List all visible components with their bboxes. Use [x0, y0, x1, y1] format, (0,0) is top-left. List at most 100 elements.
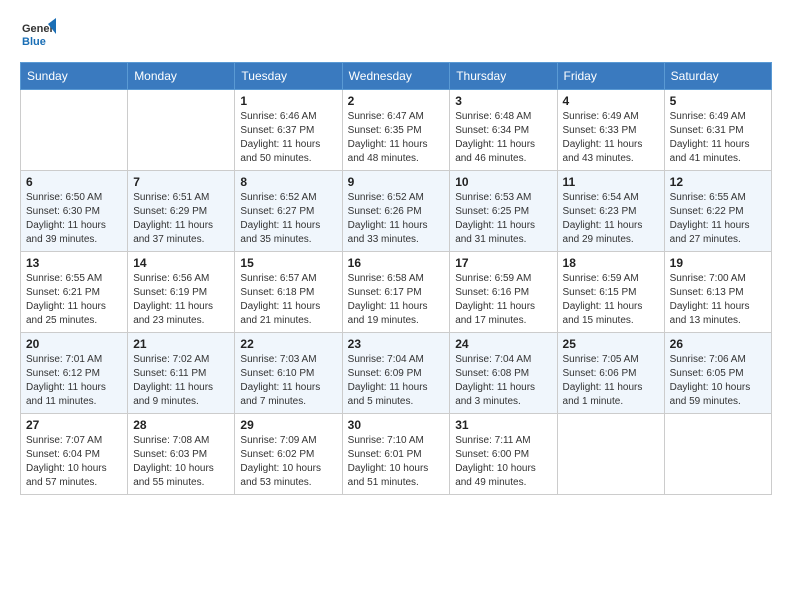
day-info: Sunrise: 7:04 AMSunset: 6:08 PMDaylight:… — [455, 353, 551, 409]
day-number: 10 — [455, 175, 551, 189]
day-info: Sunrise: 6:59 AMSunset: 6:16 PMDaylight:… — [455, 272, 551, 328]
svg-text:Blue: Blue — [22, 36, 46, 48]
day-number: 21 — [133, 337, 229, 351]
weekday-header-saturday: Saturday — [664, 63, 771, 90]
calendar-cell: 7 Sunrise: 6:51 AMSunset: 6:29 PMDaylight… — [128, 171, 235, 252]
day-info: Sunrise: 6:50 AMSunset: 6:30 PMDaylight:… — [26, 191, 122, 247]
day-number: 31 — [455, 418, 551, 432]
day-number: 4 — [563, 94, 659, 108]
calendar-cell: 16 Sunrise: 6:58 AMSunset: 6:17 PMDayligh… — [342, 252, 450, 333]
calendar-cell: 24 Sunrise: 7:04 AMSunset: 6:08 PMDayligh… — [450, 333, 557, 414]
day-info: Sunrise: 6:48 AMSunset: 6:34 PMDaylight:… — [455, 110, 551, 166]
calendar-week-5: 27 Sunrise: 7:07 AMSunset: 6:04 PMDayligh… — [21, 414, 772, 495]
day-number: 27 — [26, 418, 122, 432]
day-info: Sunrise: 7:02 AMSunset: 6:11 PMDaylight:… — [133, 353, 229, 409]
calendar-cell: 2 Sunrise: 6:47 AMSunset: 6:35 PMDaylight… — [342, 90, 450, 171]
calendar-cell: 29Sunrise: 7:09 AMSunset: 6:02 PMDayligh… — [235, 414, 342, 495]
day-number: 26 — [670, 337, 766, 351]
calendar-cell: 31 Sunrise: 7:11 AMSunset: 6:00 PMDayligh… — [450, 414, 557, 495]
calendar-cell: 5Sunrise: 6:49 AMSunset: 6:31 PMDaylight… — [664, 90, 771, 171]
day-info: Sunrise: 7:11 AMSunset: 6:00 PMDaylight:… — [455, 434, 551, 490]
day-number: 16 — [348, 256, 445, 270]
day-info: Sunrise: 6:51 AMSunset: 6:29 PMDaylight:… — [133, 191, 229, 247]
calendar-cell: 6 Sunrise: 6:50 AMSunset: 6:30 PMDaylight… — [21, 171, 128, 252]
day-number: 14 — [133, 256, 229, 270]
calendar-cell: 20Sunrise: 7:01 AMSunset: 6:12 PMDayligh… — [21, 333, 128, 414]
day-number: 12 — [670, 175, 766, 189]
day-info: Sunrise: 7:10 AMSunset: 6:01 PMDaylight:… — [348, 434, 445, 490]
calendar-cell: 11Sunrise: 6:54 AMSunset: 6:23 PMDayligh… — [557, 171, 664, 252]
calendar-cell: 1Sunrise: 6:46 AMSunset: 6:37 PMDaylight… — [235, 90, 342, 171]
calendar-cell: 18 Sunrise: 6:59 AMSunset: 6:15 PMDayligh… — [557, 252, 664, 333]
header: General Blue — [20, 16, 772, 52]
calendar-cell: 8 Sunrise: 6:52 AMSunset: 6:27 PMDaylight… — [235, 171, 342, 252]
day-number: 9 — [348, 175, 445, 189]
day-number: 7 — [133, 175, 229, 189]
day-info: Sunrise: 6:49 AMSunset: 6:33 PMDaylight:… — [563, 110, 659, 166]
calendar-cell: 23Sunrise: 7:04 AMSunset: 6:09 PMDayligh… — [342, 333, 450, 414]
day-number: 18 — [563, 256, 659, 270]
day-info: Sunrise: 6:49 AMSunset: 6:31 PMDaylight:… — [670, 110, 766, 166]
calendar-week-3: 13Sunrise: 6:55 AMSunset: 6:21 PMDayligh… — [21, 252, 772, 333]
weekday-header-row: SundayMondayTuesdayWednesdayThursdayFrid… — [21, 63, 772, 90]
calendar-cell: 15 Sunrise: 6:57 AMSunset: 6:18 PMDayligh… — [235, 252, 342, 333]
calendar-cell: 25Sunrise: 7:05 AMSunset: 6:06 PMDayligh… — [557, 333, 664, 414]
day-number: 23 — [348, 337, 445, 351]
calendar-week-1: 1Sunrise: 6:46 AMSunset: 6:37 PMDaylight… — [21, 90, 772, 171]
day-info: Sunrise: 6:59 AMSunset: 6:15 PMDaylight:… — [563, 272, 659, 328]
day-number: 25 — [563, 337, 659, 351]
logo-icon: General Blue — [20, 16, 56, 52]
day-info: Sunrise: 6:54 AMSunset: 6:23 PMDaylight:… — [563, 191, 659, 247]
calendar-cell: 19 Sunrise: 7:00 AMSunset: 6:13 PMDayligh… — [664, 252, 771, 333]
day-number: 2 — [348, 94, 445, 108]
day-number: 15 — [240, 256, 336, 270]
day-info: Sunrise: 6:47 AMSunset: 6:35 PMDaylight:… — [348, 110, 445, 166]
day-info: Sunrise: 7:08 AMSunset: 6:03 PMDaylight:… — [133, 434, 229, 490]
day-info: Sunrise: 6:57 AMSunset: 6:18 PMDaylight:… — [240, 272, 336, 328]
weekday-header-tuesday: Tuesday — [235, 63, 342, 90]
day-info: Sunrise: 6:56 AMSunset: 6:19 PMDaylight:… — [133, 272, 229, 328]
day-number: 28 — [133, 418, 229, 432]
calendar-cell: 12 Sunrise: 6:55 AMSunset: 6:22 PMDayligh… — [664, 171, 771, 252]
calendar-cell: 3 Sunrise: 6:48 AMSunset: 6:34 PMDaylight… — [450, 90, 557, 171]
weekday-header-monday: Monday — [128, 63, 235, 90]
day-info: Sunrise: 7:01 AMSunset: 6:12 PMDaylight:… — [26, 353, 122, 409]
calendar-cell: 4 Sunrise: 6:49 AMSunset: 6:33 PMDaylight… — [557, 90, 664, 171]
day-number: 1 — [240, 94, 336, 108]
calendar-cell: 26 Sunrise: 7:06 AMSunset: 6:05 PMDayligh… — [664, 333, 771, 414]
calendar-cell: 30Sunrise: 7:10 AMSunset: 6:01 PMDayligh… — [342, 414, 450, 495]
day-info: Sunrise: 6:55 AMSunset: 6:21 PMDaylight:… — [26, 272, 122, 328]
day-number: 24 — [455, 337, 551, 351]
day-info: Sunrise: 7:00 AMSunset: 6:13 PMDaylight:… — [670, 272, 766, 328]
day-number: 6 — [26, 175, 122, 189]
calendar-cell — [557, 414, 664, 495]
calendar-week-4: 20Sunrise: 7:01 AMSunset: 6:12 PMDayligh… — [21, 333, 772, 414]
day-number: 19 — [670, 256, 766, 270]
day-number: 29 — [240, 418, 336, 432]
day-info: Sunrise: 6:52 AMSunset: 6:27 PMDaylight:… — [240, 191, 336, 247]
day-number: 17 — [455, 256, 551, 270]
calendar-cell: 22Sunrise: 7:03 AMSunset: 6:10 PMDayligh… — [235, 333, 342, 414]
logo: General Blue — [20, 16, 60, 52]
calendar-cell: 10Sunrise: 6:53 AMSunset: 6:25 PMDayligh… — [450, 171, 557, 252]
day-info: Sunrise: 6:58 AMSunset: 6:17 PMDaylight:… — [348, 272, 445, 328]
calendar-cell: 13Sunrise: 6:55 AMSunset: 6:21 PMDayligh… — [21, 252, 128, 333]
calendar-cell — [128, 90, 235, 171]
calendar-cell: 27 Sunrise: 7:07 AMSunset: 6:04 PMDayligh… — [21, 414, 128, 495]
day-info: Sunrise: 6:55 AMSunset: 6:22 PMDaylight:… — [670, 191, 766, 247]
calendar-cell: 9 Sunrise: 6:52 AMSunset: 6:26 PMDaylight… — [342, 171, 450, 252]
weekday-header-thursday: Thursday — [450, 63, 557, 90]
day-info: Sunrise: 7:03 AMSunset: 6:10 PMDaylight:… — [240, 353, 336, 409]
day-info: Sunrise: 6:52 AMSunset: 6:26 PMDaylight:… — [348, 191, 445, 247]
weekday-header-wednesday: Wednesday — [342, 63, 450, 90]
day-info: Sunrise: 7:07 AMSunset: 6:04 PMDaylight:… — [26, 434, 122, 490]
day-number: 8 — [240, 175, 336, 189]
day-info: Sunrise: 7:06 AMSunset: 6:05 PMDaylight:… — [670, 353, 766, 409]
weekday-header-friday: Friday — [557, 63, 664, 90]
calendar-week-2: 6 Sunrise: 6:50 AMSunset: 6:30 PMDaylight… — [21, 171, 772, 252]
weekday-header-sunday: Sunday — [21, 63, 128, 90]
calendar-cell — [664, 414, 771, 495]
calendar-cell: 21 Sunrise: 7:02 AMSunset: 6:11 PMDayligh… — [128, 333, 235, 414]
day-number: 3 — [455, 94, 551, 108]
calendar-cell: 14 Sunrise: 6:56 AMSunset: 6:19 PMDayligh… — [128, 252, 235, 333]
